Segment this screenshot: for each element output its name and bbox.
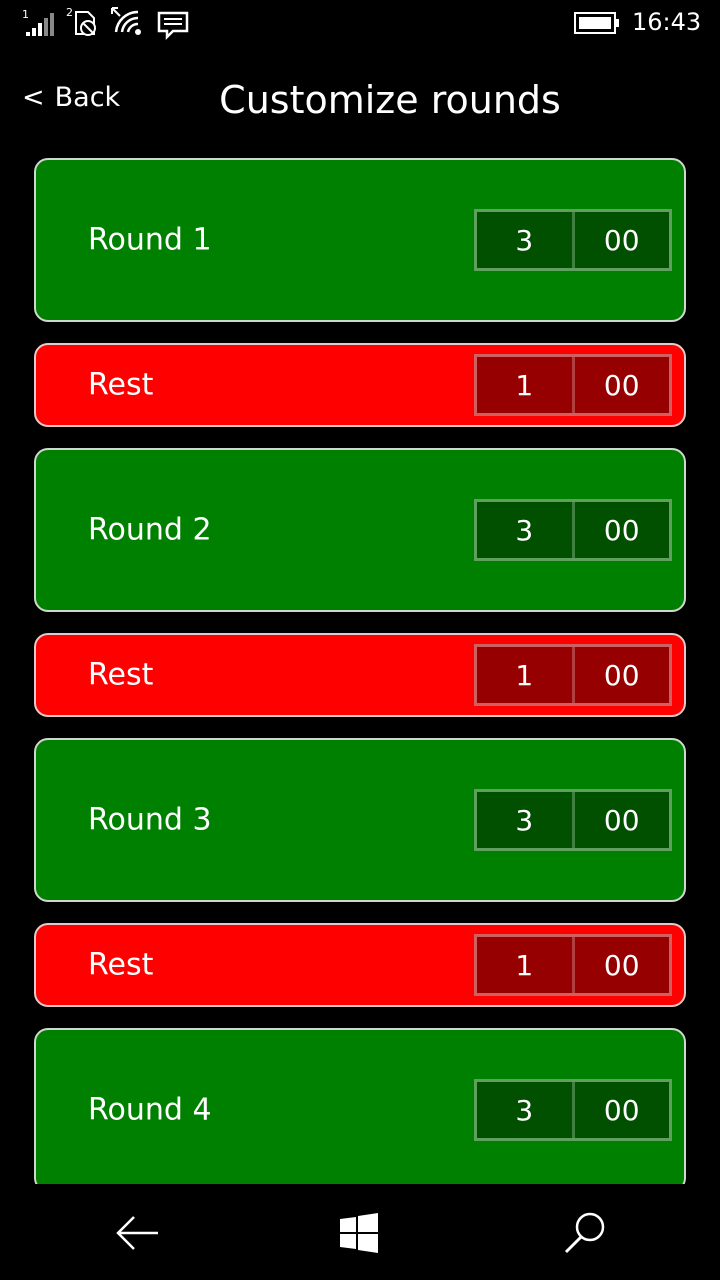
seconds-field[interactable]: 00 [575, 212, 670, 268]
search-icon[interactable] [560, 1208, 610, 1258]
windows-icon[interactable] [334, 1208, 384, 1258]
row-label: Round 3 [88, 802, 212, 838]
duration-picker: 3 00 [474, 499, 672, 561]
minutes-field[interactable]: 3 [477, 502, 575, 558]
signal-icon: 1 [22, 8, 54, 36]
round-row-2: Round 2 3 00 [34, 448, 686, 612]
rest-row-2: Rest 1 00 [34, 633, 686, 717]
rest-row-1: Rest 1 00 [34, 343, 686, 427]
minutes-field[interactable]: 1 [477, 357, 575, 413]
duration-picker: 3 00 [474, 1079, 672, 1141]
seconds-field[interactable]: 00 [575, 502, 670, 558]
duration-picker: 1 00 [474, 934, 672, 996]
message-icon [157, 11, 189, 40]
row-label: Rest [88, 367, 154, 403]
row-label: Round 2 [88, 512, 212, 548]
sim2-no-sim-icon: 2 [66, 6, 96, 36]
duration-picker: 3 00 [474, 209, 672, 271]
seconds-field[interactable]: 00 [575, 1082, 670, 1138]
seconds-field[interactable]: 00 [575, 647, 670, 703]
battery-icon [574, 12, 619, 34]
minutes-field[interactable]: 1 [477, 937, 575, 993]
row-label: Rest [88, 657, 154, 693]
seconds-field[interactable]: 00 [575, 937, 670, 993]
back-arrow-icon[interactable] [112, 1208, 162, 1258]
minutes-field[interactable]: 3 [477, 212, 575, 268]
row-label: Round 1 [88, 222, 212, 258]
seconds-field[interactable]: 00 [575, 357, 670, 413]
duration-picker: 1 00 [474, 644, 672, 706]
round-row-4: Round 4 3 00 [34, 1028, 686, 1184]
row-label: Round 4 [88, 1092, 212, 1128]
minutes-field[interactable]: 3 [477, 792, 575, 848]
sim2-number: 2 [66, 6, 73, 19]
status-bar: 1 2 16:43 [0, 0, 720, 50]
seconds-field[interactable]: 00 [575, 792, 670, 848]
duration-picker: 3 00 [474, 789, 672, 851]
navigation-bar [0, 1184, 720, 1280]
rounds-list: Round 1 3 00 Rest 1 00 Round 2 3 00 Rest… [34, 158, 686, 1184]
round-row-1: Round 1 3 00 [34, 158, 686, 322]
clock-time: 16:43 [632, 8, 702, 36]
row-label: Rest [88, 947, 154, 983]
signal-sim-number: 1 [22, 8, 29, 21]
round-row-3: Round 3 3 00 [34, 738, 686, 902]
minutes-field[interactable]: 1 [477, 647, 575, 703]
minutes-field[interactable]: 3 [477, 1082, 575, 1138]
wifi-icon [111, 7, 141, 35]
duration-picker: 1 00 [474, 354, 672, 416]
page-title: Customize rounds [219, 78, 561, 122]
rest-row-3: Rest 1 00 [34, 923, 686, 1007]
